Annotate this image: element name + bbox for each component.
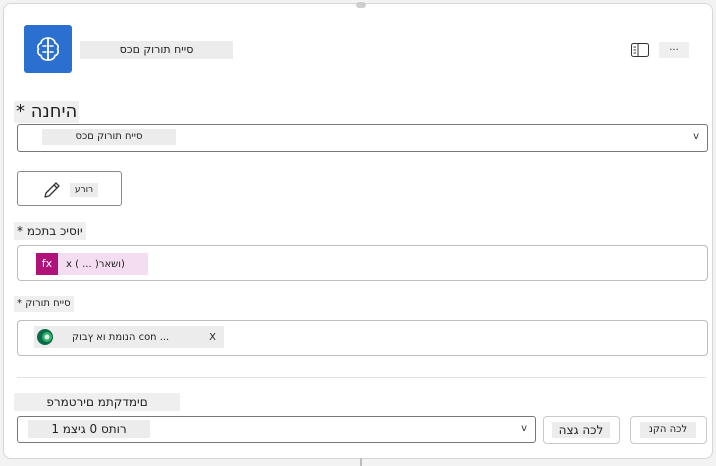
clear-all-button[interactable]: לכה הקנ [630,416,707,444]
drag-handle[interactable] [356,2,366,8]
edit-button[interactable]: רורע [17,171,122,206]
connector-line [360,458,362,466]
remove-token-button[interactable]: X [209,332,216,343]
action-title: סייח תורוק םכס [80,41,233,59]
clear-all-label: לכה הקנ [640,422,696,438]
instructions-label: * היחנה [14,101,80,123]
chevron-down-icon: v [521,423,527,434]
pencil-icon [42,180,62,204]
data-source-label: * סייח תורוק [14,296,74,312]
divider [17,377,706,378]
parameters-select[interactable]: 1 רותס 0 גיצמ v [17,416,536,443]
data-source-token[interactable]: הנומת וא ץבוק con ... X [34,326,224,348]
show-all-label: לכה גצה [552,422,610,438]
fx-icon: fx [36,253,58,275]
formula-token-text: x ( ... )ושאר) [66,258,125,270]
dataverse-icon [34,326,56,348]
content-input-field[interactable]: fx x ( ... )ושאר) [17,245,708,281]
formula-token[interactable]: fx x ( ... )ושאר) [36,253,148,275]
data-source-token-text: הנומת וא ץבוק con ... [72,331,170,343]
side-panel-icon[interactable] [630,42,650,58]
data-source-field[interactable]: הנומת וא ץבוק con ... X [17,320,708,356]
chevron-down-icon: v [693,131,699,142]
brain-circuit-icon [24,25,72,73]
parameters-select-value: 1 רותס 0 גיצמ [28,420,150,438]
advanced-params-label: םימדקתמ םירטמרפ [14,393,180,411]
instructions-select[interactable]: סייח תורוק םכס v [17,124,708,152]
instructions-selected-value: סייח תורוק םכס [42,129,176,145]
edit-button-label: רורע [70,183,98,197]
content-input-label: * יוסיכ בתכמ [14,222,86,240]
show-all-button[interactable]: לכה גצה [543,416,620,444]
action-card: סייח תורוק םכס ... * היחנה סייח תורוק םכ… [3,2,713,466]
more-options-button[interactable]: ... [659,42,689,58]
